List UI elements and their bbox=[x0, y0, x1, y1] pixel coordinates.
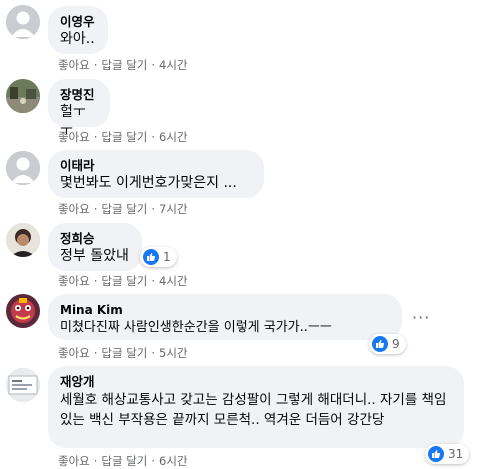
comment-author[interactable]: 이영우 bbox=[60, 14, 96, 30]
comment-bubble: Mina Kim 미쳤다진짜 사람인생한순간을 이렇게 국가가..ㅡㅡ bbox=[48, 294, 402, 340]
like-link[interactable]: 좋아요 bbox=[58, 130, 90, 144]
reply-link[interactable]: 답글 달기 bbox=[101, 454, 147, 468]
reply-link[interactable]: 답글 달기 bbox=[101, 274, 147, 288]
comment-bubble: 이영우 와아.. bbox=[48, 6, 108, 54]
like-link[interactable]: 좋아요 bbox=[58, 454, 90, 468]
comment-bubble: 정희승 정부 돌았내 bbox=[48, 223, 142, 271]
comment-text: 몇번봐도 이게번호가맞은지 ... bbox=[60, 175, 237, 191]
thumbs-up-icon bbox=[428, 446, 444, 462]
comment-time[interactable]: 6시간 bbox=[159, 130, 187, 144]
comment-author[interactable]: 정희승 bbox=[60, 231, 130, 247]
comment-actions: 좋아요 · 답글 달기 · 4시간 bbox=[58, 274, 188, 288]
comment-actions: 좋아요 · 답글 달기 · 6시간 bbox=[58, 130, 188, 144]
comment-actions: 좋아요 · 답글 달기 · 5시간 bbox=[58, 346, 188, 360]
comment-time[interactable]: 4시간 bbox=[159, 58, 187, 72]
more-options-icon[interactable]: ··· bbox=[412, 308, 430, 327]
comment-text: 미쳤다진짜 사람인생한순간을 이렇게 국가가..ㅡㅡ bbox=[60, 320, 332, 335]
like-link[interactable]: 좋아요 bbox=[58, 58, 90, 72]
avatar[interactable] bbox=[6, 151, 40, 185]
like-link[interactable]: 좋아요 bbox=[58, 202, 90, 216]
reaction-count[interactable]: 31 bbox=[425, 444, 470, 464]
reply-link[interactable]: 답글 달기 bbox=[101, 58, 147, 72]
comment-time[interactable]: 5시간 bbox=[159, 346, 187, 360]
reaction-number: 9 bbox=[392, 337, 400, 351]
comment-text: 와아.. bbox=[60, 31, 95, 47]
comment-time[interactable]: 6시간 bbox=[159, 454, 187, 468]
comment-actions: 좋아요 · 답글 달기 · 4시간 bbox=[58, 58, 188, 72]
avatar[interactable] bbox=[6, 223, 40, 257]
comment-author[interactable]: 이태라 bbox=[60, 158, 252, 174]
comment-actions: 좋아요 · 답글 달기 · 6시간 bbox=[58, 454, 188, 468]
comment-text: 정부 돌았내 bbox=[60, 248, 129, 264]
comment-author[interactable]: Mina Kim bbox=[60, 302, 390, 318]
comment-bubble: 재앙개 세월호 해상교통사고 갖고는 감성팔이 그렇게 해대더니.. 자기를 책… bbox=[48, 366, 464, 448]
reaction-count[interactable]: 1 bbox=[140, 247, 177, 267]
comment-time[interactable]: 4시간 bbox=[159, 274, 187, 288]
comment-author[interactable]: 장명진 bbox=[60, 87, 98, 103]
reaction-count[interactable]: 9 bbox=[369, 334, 406, 354]
reply-link[interactable]: 답글 달기 bbox=[101, 130, 147, 144]
thumbs-up-icon bbox=[143, 249, 159, 265]
avatar[interactable] bbox=[6, 294, 40, 328]
thumbs-up-icon bbox=[372, 336, 388, 352]
comment-bubble: 이태라 몇번봐도 이게번호가맞은지 ... bbox=[48, 150, 264, 198]
avatar[interactable] bbox=[6, 79, 40, 113]
comment-author[interactable]: 재앙개 bbox=[60, 374, 452, 390]
reply-link[interactable]: 답글 달기 bbox=[101, 202, 147, 216]
like-link[interactable]: 좋아요 bbox=[58, 274, 90, 288]
avatar[interactable] bbox=[6, 368, 40, 402]
comment-bubble: 장명진 헐ㅜㅜ bbox=[48, 79, 110, 139]
like-link[interactable]: 좋아요 bbox=[58, 346, 90, 360]
reaction-number: 1 bbox=[163, 250, 171, 264]
reaction-number: 31 bbox=[448, 447, 464, 461]
reply-link[interactable]: 답글 달기 bbox=[101, 346, 147, 360]
comment-time[interactable]: 7시간 bbox=[159, 202, 187, 216]
comment-actions: 좋아요 · 답글 달기 · 7시간 bbox=[58, 202, 188, 216]
avatar[interactable] bbox=[6, 5, 40, 39]
comment-text: 세월호 해상교통사고 갖고는 감성팔이 그렇게 해대더니.. 자기를 책임있는 … bbox=[60, 392, 447, 428]
